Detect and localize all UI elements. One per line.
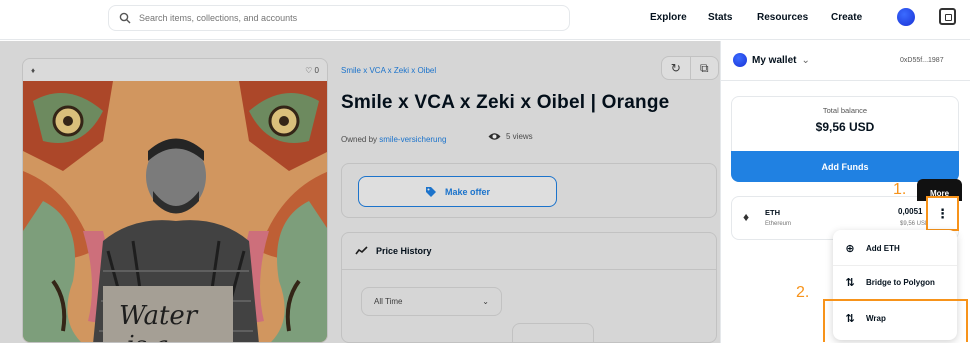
search-icon <box>119 12 131 24</box>
dim-overlay[interactable] <box>0 41 720 343</box>
search-input[interactable] <box>139 13 539 23</box>
total-balance-value: $9,56 USD <box>815 120 875 134</box>
wallet-avatar <box>733 53 747 67</box>
swap-icon: ⇅ <box>845 277 855 289</box>
add-funds-button[interactable]: Add Funds <box>731 151 959 182</box>
nav-explore[interactable]: Explore <box>650 12 687 23</box>
token-symbol: ETH <box>765 208 780 217</box>
top-navigation-bar: Explore Stats Resources Create <box>0 0 970 40</box>
profile-avatar[interactable] <box>897 8 915 26</box>
wallet-icon[interactable] <box>939 8 956 25</box>
token-amount: 0,0051 <box>898 207 923 216</box>
search-bar[interactable] <box>108 5 570 31</box>
panel-divider <box>720 80 970 81</box>
annotation-step-1: 1. <box>893 181 907 198</box>
menu-item-label: Bridge to Polygon <box>866 278 935 287</box>
wallet-title: My wallet <box>752 54 797 66</box>
plus-circle-icon: ⊕ <box>845 243 855 255</box>
ethereum-icon: ♦ <box>743 210 750 224</box>
chevron-down-icon: ⌄ <box>801 54 810 66</box>
menu-item-add-eth[interactable]: ⊕ Add ETH <box>833 232 957 265</box>
wrap-highlight-box <box>823 299 968 342</box>
menu-item-label: Add ETH <box>866 244 900 253</box>
kebab-menu-icon: ⋮ <box>936 205 949 221</box>
more-options-button[interactable]: ⋮ <box>926 196 959 231</box>
nav-resources[interactable]: Resources <box>757 12 808 23</box>
nav-create[interactable]: Create <box>831 12 862 23</box>
token-usd-value: $9,56 USD <box>900 221 930 227</box>
nav-stats[interactable]: Stats <box>708 12 732 23</box>
total-balance-label: Total balance <box>822 106 868 115</box>
annotation-step-2: 2. <box>796 284 810 301</box>
wallet-selector[interactable]: My wallet ⌄ <box>733 53 810 67</box>
wallet-address[interactable]: 0xD55f...1987 <box>900 57 944 64</box>
menu-item-bridge-to-polygon[interactable]: ⇅ Bridge to Polygon <box>833 266 957 299</box>
token-name: Ethereum <box>765 221 792 227</box>
